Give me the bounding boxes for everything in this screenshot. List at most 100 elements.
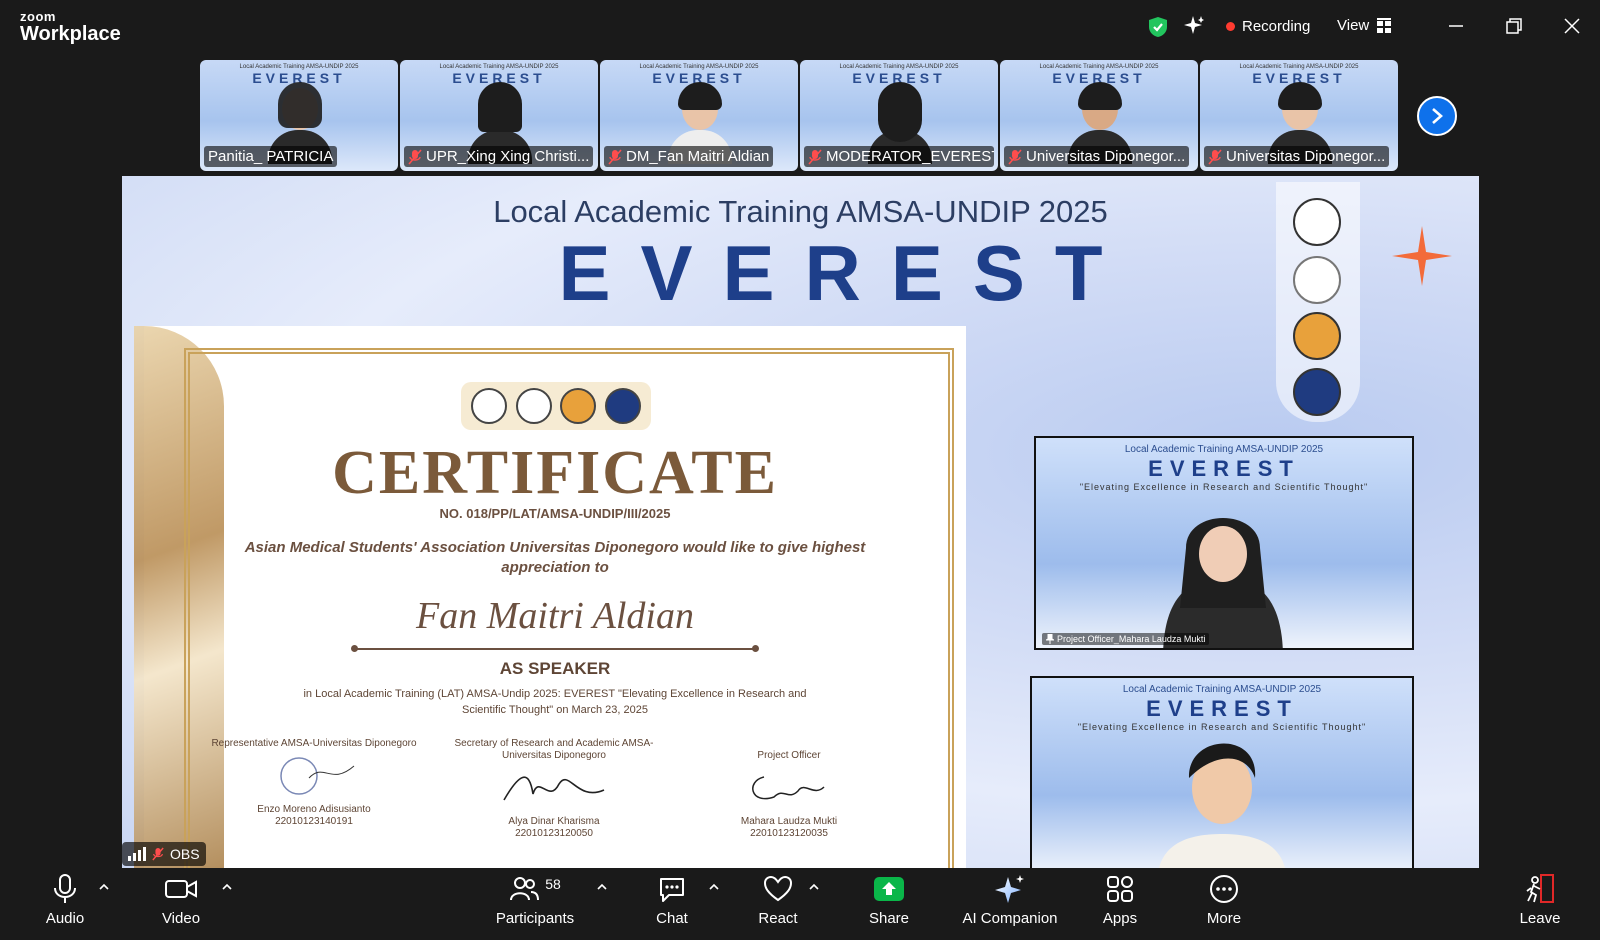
chat-label: Chat	[656, 910, 688, 927]
ai-companion-button[interactable]: AI Companion	[960, 874, 1060, 938]
signatory: Project Officer Mahara Laudza Mukti 2201…	[679, 738, 899, 840]
participant-name: Panitia_ PATRICIA	[204, 146, 338, 167]
recording-indicator[interactable]: Recording	[1226, 18, 1310, 35]
university-seal-icon	[1293, 198, 1341, 246]
video-banner-top: Local Academic Training AMSA-UNDIP 2025	[1124, 444, 1324, 455]
react-options-chevron-icon[interactable]	[808, 882, 820, 892]
zoom-logo: zoom Workplace	[20, 10, 121, 44]
presenter-video[interactable]: Local Academic Training AMSA-UNDIP 2025 …	[1030, 676, 1414, 868]
participant-tile[interactable]: Local Academic Training AMSA-UNDIP 2025 E…	[400, 60, 598, 171]
signal-strength-icon	[128, 847, 146, 861]
certificate-description: in Local Academic Training (LAT) AMSA-Un…	[303, 688, 807, 716]
react-label: React	[758, 910, 798, 927]
signatory-id: 22010123140191	[275, 816, 353, 827]
video-banner-top: Local Academic Training AMSA-UNDIP 2025	[1122, 684, 1322, 695]
share-button[interactable]: Share	[864, 874, 914, 938]
gallery-view-icon	[1377, 18, 1392, 33]
signatory-title: Secretary of Research and Academic AMSA-…	[454, 738, 654, 761]
video-name-label: Project Officer_Mahara Laudza Mukti	[1042, 633, 1210, 645]
chat-options-chevron-icon[interactable]	[708, 882, 720, 892]
certificate-divider	[351, 645, 759, 652]
participants-button[interactable]: 58 Participants	[490, 874, 580, 938]
pin-icon	[1046, 634, 1054, 644]
minimize-icon[interactable]	[1444, 14, 1468, 38]
restore-icon[interactable]	[1502, 14, 1526, 38]
signatory-id: 22010123120050	[515, 828, 593, 839]
audio-options-chevron-icon[interactable]	[98, 882, 110, 892]
participant-tile[interactable]: Local Academic Training AMSA-UNDIP 2025 E…	[1000, 60, 1198, 171]
flame-logo-icon	[1293, 312, 1341, 360]
video-options-chevron-icon[interactable]	[221, 882, 233, 892]
signatory-name: Alya Dinar Kharisma	[508, 816, 600, 827]
react-button[interactable]: React	[753, 874, 803, 938]
participant-strip: Local Academic Training AMSA-UNDIP 2025 E…	[200, 60, 1400, 172]
next-page-button[interactable]	[1417, 96, 1457, 136]
sparkle-star-icon	[1392, 226, 1452, 286]
participant-tile[interactable]: Local Academic Training AMSA-UNDIP 2025 E…	[200, 60, 398, 171]
ra-logo-icon	[1293, 368, 1341, 416]
muted-mic-icon	[1008, 148, 1022, 165]
signatory-id: 22010123120035	[750, 828, 828, 839]
brand-name: Workplace	[20, 23, 121, 45]
participants-label: Participants	[495, 910, 575, 927]
shared-screen: Local Academic Training AMSA-UNDIP 2025 …	[122, 176, 1479, 868]
apps-button[interactable]: Apps	[1095, 874, 1145, 938]
participant-name: Universitas Diponegor...	[1204, 146, 1390, 167]
presenter-person	[1159, 743, 1285, 868]
video-camera-icon	[165, 880, 197, 898]
muted-mic-icon	[808, 148, 822, 165]
participants-count: 58	[545, 876, 561, 892]
signature-icon	[444, 762, 664, 812]
leave-label: Leave	[1519, 910, 1561, 927]
more-button[interactable]: More	[1199, 874, 1249, 938]
video-label: Video	[161, 910, 201, 927]
muted-mic-icon	[608, 148, 622, 165]
share-label: Share	[868, 910, 910, 927]
view-label: View	[1337, 17, 1370, 34]
chat-button[interactable]: Chat	[647, 874, 697, 938]
participant-name: UPR_Xing Xing Christi...	[404, 146, 594, 167]
close-icon[interactable]	[1560, 14, 1584, 38]
chat-bubble-icon	[660, 878, 684, 902]
brand-small: zoom	[20, 9, 56, 24]
share-source-label: OBS	[170, 846, 200, 862]
apps-label: Apps	[1102, 910, 1138, 927]
ai-sparkle-icon[interactable]	[1183, 15, 1205, 37]
title-bar: zoom Workplace Recording View	[0, 0, 1600, 56]
more-icon	[1210, 875, 1238, 903]
microphone-icon	[54, 874, 76, 903]
encryption-shield-icon[interactable]	[1148, 16, 1168, 38]
certificate-role: AS SPEAKER	[499, 659, 611, 678]
share-source-indicator[interactable]: OBS	[122, 842, 206, 866]
participant-name: Universitas Diponegor...	[1004, 146, 1190, 167]
participant-name: DM_Fan Maitri Aldian	[604, 146, 774, 167]
video-banner-title: EVEREST	[1148, 456, 1300, 481]
amsa-logo-icon	[1293, 256, 1341, 304]
muted-mic-icon	[408, 148, 422, 165]
recording-label: Recording	[1242, 18, 1311, 35]
share-screen-icon	[874, 877, 904, 901]
signatory: Representative AMSA-Universitas Diponego…	[204, 738, 424, 828]
signatory: Secretary of Research and Academic AMSA-…	[444, 738, 664, 840]
participants-options-chevron-icon[interactable]	[596, 882, 608, 892]
participant-tile[interactable]: Local Academic Training AMSA-UNDIP 2025 E…	[800, 60, 998, 171]
participants-icon	[510, 877, 540, 901]
certificate-recipient: Fan Maitri Aldian	[416, 595, 694, 637]
certificate: CERTIFICATE NO. 018/PP/LAT/AMSA-UNDIP/II…	[134, 326, 966, 868]
participant-tile[interactable]: Local Academic Training AMSA-UNDIP 2025 E…	[1200, 60, 1398, 171]
participant-tile[interactable]: Local Academic Training AMSA-UNDIP 2025 E…	[600, 60, 798, 171]
view-button[interactable]: View	[1337, 17, 1392, 34]
heart-icon	[763, 875, 793, 902]
video-button[interactable]: Video	[156, 874, 206, 938]
certificate-title: CERTIFICATE	[332, 439, 778, 507]
certificate-logos	[461, 382, 651, 430]
presenter-video[interactable]: Local Academic Training AMSA-UNDIP 2025 …	[1034, 436, 1414, 650]
chevron-right-icon	[1432, 108, 1443, 124]
certificate-number: NO. 018/PP/LAT/AMSA-UNDIP/III/2025	[439, 506, 671, 521]
recording-dot-icon	[1226, 22, 1235, 31]
audio-button[interactable]: Audio	[40, 874, 90, 938]
participant-name: MODERATOR_EVEREST	[804, 146, 994, 167]
audio-label: Audio	[45, 910, 85, 927]
signatory-name: Enzo Moreno Adisusianto	[257, 804, 371, 815]
leave-button[interactable]: Leave	[1515, 874, 1565, 938]
